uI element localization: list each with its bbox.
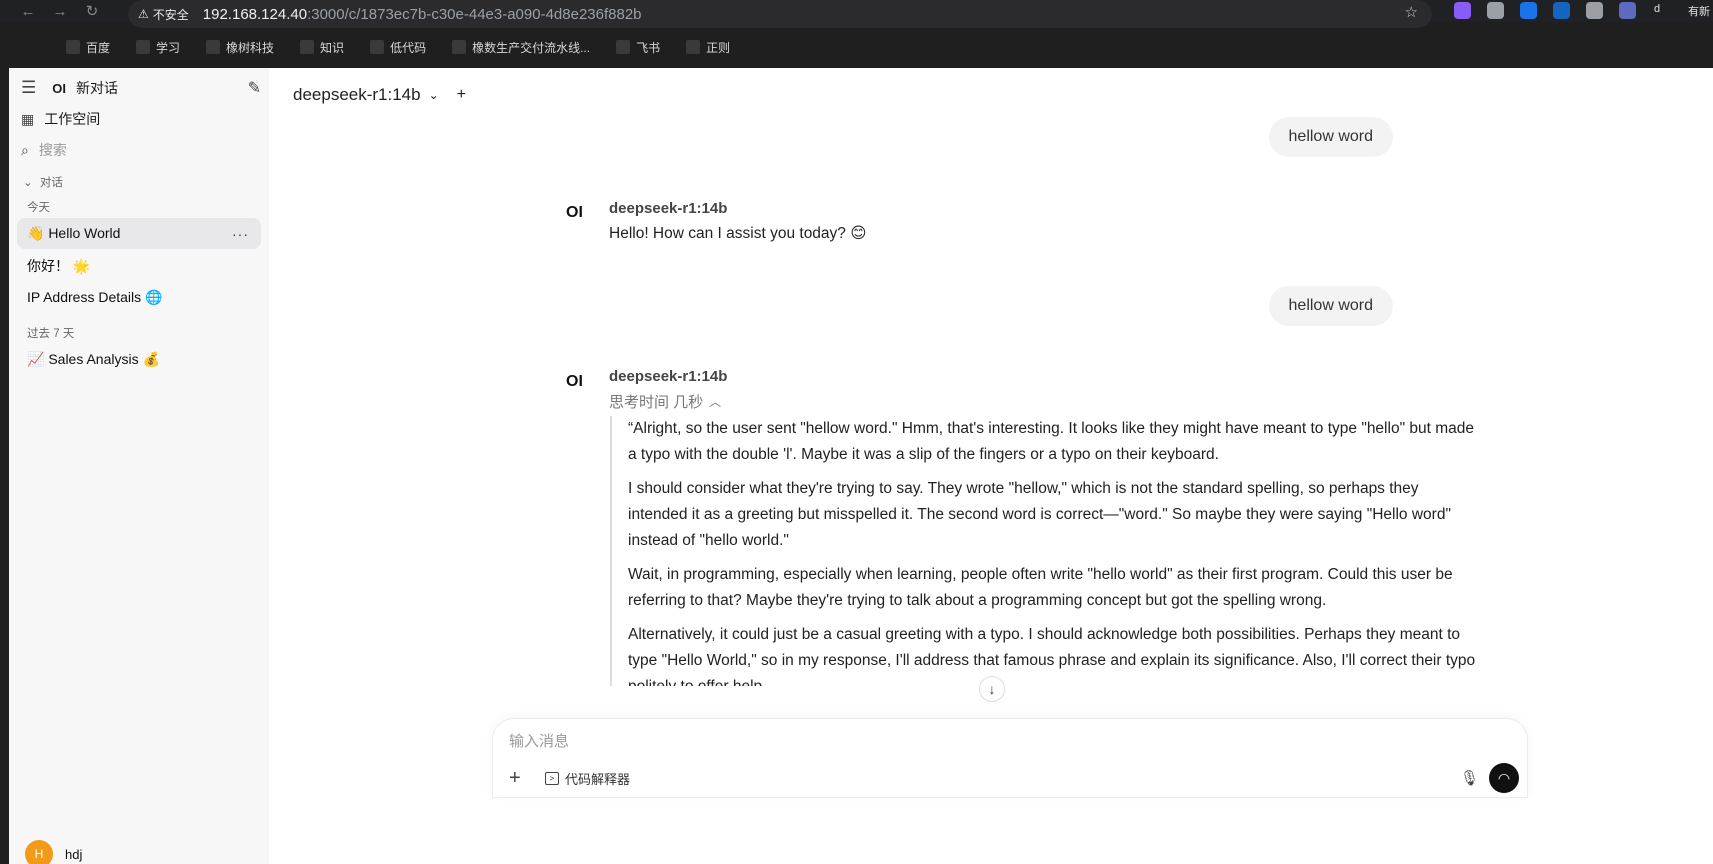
folder-icon xyxy=(616,40,631,54)
thinking-toggle[interactable]: 思考时间 几秒 ︿ xyxy=(609,391,721,412)
add-model-button[interactable]: + xyxy=(457,86,466,104)
assistant-avatar: OI xyxy=(566,373,583,390)
chats-header[interactable]: ⌄ 对话 xyxy=(23,174,63,190)
mic-icon[interactable]: 🎙 xyxy=(1460,769,1479,787)
chevron-up-icon: ︿ xyxy=(709,395,722,409)
update-badge[interactable]: 有新 xyxy=(1688,3,1710,19)
new-chat-row[interactable]: ☰ OI 新对话 ✎ xyxy=(21,78,261,98)
code-interpreter-button[interactable]: > 代码解释器 xyxy=(545,769,630,788)
extension-icon[interactable] xyxy=(1553,2,1570,19)
url-path: :3000/c/1873ec7b-c30e-44e3-a090-4d8e236f… xyxy=(307,5,642,23)
bookmark-item[interactable]: 低代码 xyxy=(370,39,426,56)
insecure-badge[interactable]: ⚠ 不安全 xyxy=(138,6,189,23)
add-attachment-button[interactable]: + xyxy=(509,767,521,790)
user-name: hdj xyxy=(65,846,83,862)
assistant-name: deepseek-r1:14b xyxy=(609,368,728,385)
folder-icon xyxy=(136,40,151,54)
section-last7: 过去 7 天 xyxy=(27,328,75,340)
new-chat-label[interactable]: 新对话 xyxy=(76,78,118,98)
terminal-icon: > xyxy=(545,772,559,785)
chevron-down-icon: ⌄ xyxy=(23,177,33,189)
search-icon: ⌕ xyxy=(21,141,29,158)
reload-icon[interactable]: ↻ xyxy=(76,0,108,22)
url-host: 192.168.124.40 xyxy=(202,5,308,23)
extension-icon[interactable] xyxy=(1586,2,1603,19)
model-selector[interactable]: deepseek-r1:14b ⌄ + xyxy=(293,85,466,105)
folder-icon xyxy=(370,40,385,54)
search-row[interactable]: ⌕ 搜索 xyxy=(21,140,67,160)
user-message: hellow word xyxy=(1268,117,1393,157)
message-input[interactable] xyxy=(509,733,1409,750)
chat-main: deepseek-r1:14b ⌄ + hellow word OI deeps… xyxy=(269,68,1713,864)
thinking-paragraph: “Alright, so the user sent "hellow word.… xyxy=(628,420,1474,463)
grid-icon: ▦ xyxy=(21,110,35,127)
bookmarks-bar: 百度 学习 橡树科技 知识 低代码 橡数生产交付流水线... 飞书 正则 xyxy=(66,34,756,60)
search-input[interactable]: 搜索 xyxy=(39,140,67,160)
avatar: H xyxy=(25,840,53,864)
folder-icon xyxy=(206,40,221,54)
warning-icon: ⚠ xyxy=(138,7,149,21)
chevron-down-icon[interactable]: ⌄ xyxy=(429,88,439,102)
bookmark-item[interactable]: 飞书 xyxy=(616,39,660,56)
thinking-paragraph: Alternatively, it could just be a casual… xyxy=(628,626,1476,686)
voice-mode-button[interactable]: ◠ xyxy=(1489,763,1519,793)
assistant-avatar: OI xyxy=(566,204,583,221)
headphones-icon: ◠ xyxy=(1497,769,1511,786)
extension-icon[interactable] xyxy=(1520,2,1537,19)
extension-icon[interactable] xyxy=(1619,2,1636,19)
star-icon[interactable]: ☆ xyxy=(1405,3,1418,21)
workspace-row[interactable]: ▦ 工作空间 xyxy=(21,109,100,129)
thinking-content: “Alright, so the user sent "hellow word.… xyxy=(610,416,1476,686)
extension-icon[interactable] xyxy=(1454,2,1471,19)
edit-icon[interactable]: ✎ xyxy=(248,78,261,98)
back-icon[interactable]: ← xyxy=(12,0,44,22)
scroll-down-button[interactable]: ↓ xyxy=(979,676,1005,702)
bookmark-item[interactable]: 百度 xyxy=(66,39,110,56)
folder-icon xyxy=(300,40,315,54)
folder-icon xyxy=(66,40,80,54)
section-today: 今天 xyxy=(27,202,50,214)
assistant-message: Hello! How can I assist you today? 😊 xyxy=(609,225,867,242)
assistant-name: deepseek-r1:14b xyxy=(609,200,728,217)
thinking-paragraph: Wait, in programming, especially when le… xyxy=(628,566,1453,609)
bookmark-item[interactable]: 橡树科技 xyxy=(206,39,274,56)
chat-list-item[interactable]: 👋 Hello World ··· xyxy=(17,218,261,249)
user-profile[interactable]: H hdj xyxy=(25,840,82,864)
thinking-paragraph: I should consider what they're trying to… xyxy=(628,480,1451,549)
chat-list-item[interactable]: 你好！ 🌟 xyxy=(17,250,261,281)
bookmark-item[interactable]: 学习 xyxy=(136,39,180,56)
extension-icon[interactable] xyxy=(1487,2,1504,19)
user-message: hellow word xyxy=(1268,286,1393,326)
profile-icon[interactable]: d xyxy=(1654,3,1660,15)
arrow-down-icon: ↓ xyxy=(988,681,996,697)
bookmark-item[interactable]: 橡数生产交付流水线... xyxy=(452,39,590,56)
app-window: ☰ OI 新对话 ✎ ▦ 工作空间 ⌕ 搜索 ⌄ 对话 今天 👋 Hello W… xyxy=(9,68,1713,864)
chat-list-item[interactable]: 📈 Sales Analysis 💰 xyxy=(17,344,261,375)
folder-icon xyxy=(452,40,467,54)
bookmark-item[interactable]: 正则 xyxy=(686,39,730,56)
folder-icon xyxy=(686,40,701,54)
model-name: deepseek-r1:14b xyxy=(293,85,421,104)
chat-list-item[interactable]: IP Address Details 🌐 xyxy=(17,282,261,313)
more-icon[interactable]: ··· xyxy=(232,226,249,242)
message-composer: + > 代码解释器 🎙 ◠ xyxy=(492,718,1528,798)
sidebar: ☰ OI 新对话 ✎ ▦ 工作空间 ⌕ 搜索 ⌄ 对话 今天 👋 Hello W… xyxy=(9,68,269,864)
address-bar[interactable]: ⚠ 不安全 192.168.124.40 :3000/c/1873ec7b-c3… xyxy=(128,0,1432,28)
menu-icon[interactable]: ☰ xyxy=(21,78,36,98)
bookmark-item[interactable]: 知识 xyxy=(300,39,344,56)
forward-icon[interactable]: → xyxy=(44,0,76,22)
app-logo: OI xyxy=(52,80,66,96)
